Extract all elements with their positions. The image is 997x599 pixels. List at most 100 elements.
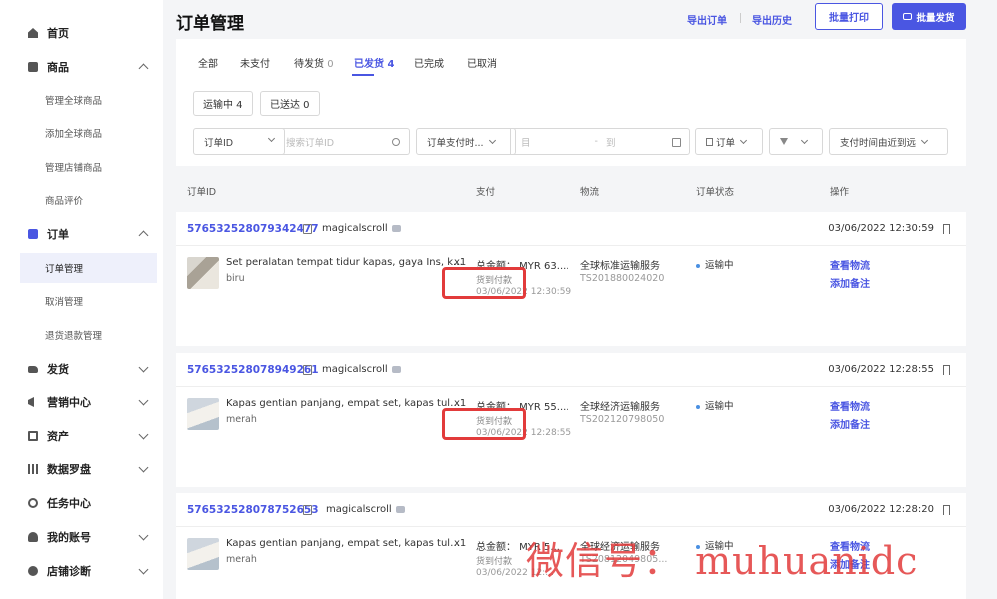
order-id-link[interactable]: 576532528079342477 xyxy=(187,223,319,235)
bookmark-icon[interactable] xyxy=(943,365,950,375)
status-badge: 运输中 xyxy=(696,398,734,412)
sidebar-item-data-compass[interactable]: 数据罗盘 xyxy=(20,453,157,485)
chevron-down-icon xyxy=(138,362,149,373)
copy-icon[interactable] xyxy=(303,505,312,515)
sidebar-item-task-center[interactable]: 任务中心 xyxy=(20,487,157,519)
chevron-down-icon xyxy=(739,136,748,144)
sidebar-item-shipping[interactable]: 发货 xyxy=(20,353,157,385)
tab-to-ship[interactable]: 待发货 0 xyxy=(294,55,334,70)
order-id-type-select[interactable]: 订单ID xyxy=(193,128,285,155)
sidebar-item-my-account[interactable]: 我的账号 xyxy=(20,521,157,553)
sidebar-subitem-manage-shop-products[interactable]: 管理店铺商品 xyxy=(20,152,157,182)
product-thumbnail[interactable] xyxy=(187,257,219,289)
bookmark-icon[interactable] xyxy=(943,224,950,234)
order-id-link[interactable]: 576532528078752653 xyxy=(187,504,319,516)
date-from-placeholder: 目 xyxy=(521,137,531,149)
copy-icon[interactable] xyxy=(303,365,312,375)
tab-completed[interactable]: 已完成 xyxy=(414,55,444,70)
subtab-delivered[interactable]: 已送达 0 xyxy=(260,91,320,116)
sidebar-item-label: 首页 xyxy=(47,27,69,40)
export-orders-link[interactable]: 导出订单 xyxy=(687,12,727,27)
order-id-link[interactable]: 576532528078949261 xyxy=(187,364,319,376)
order-time: 03/06/2022 12:28:55 xyxy=(828,364,934,375)
sidebar-subitem-product-reviews[interactable]: 商品评价 xyxy=(20,185,157,215)
sidebar-subitem-returns-refunds[interactable]: 退货退款管理 xyxy=(20,320,157,350)
order-time: 03/06/2022 12:30:59 xyxy=(828,223,934,234)
sidebar-item-orders[interactable]: 订单 xyxy=(20,218,157,250)
sidebar-item-shop-diagnosis[interactable]: 店铺诊断 xyxy=(20,555,157,587)
batch-ship-button[interactable]: 批量发货 xyxy=(892,3,966,30)
tab-shipped[interactable]: 已发货 4 xyxy=(354,55,394,70)
buyer-name: magicalscroll xyxy=(326,504,392,515)
chevron-down-icon xyxy=(920,136,929,144)
sidebar-subitem-cancellations[interactable]: 取消管理 xyxy=(20,286,157,316)
search-placeholder: 搜索订单ID xyxy=(286,137,335,149)
view-logistics-link[interactable]: 查看物流 xyxy=(830,257,870,272)
sidebar-item-assets[interactable]: 资产 xyxy=(20,420,157,452)
sidebar-item-marketing[interactable]: 营销中心 xyxy=(20,386,157,418)
sidebar-subitem-manage-global-products[interactable]: 管理全球商品 xyxy=(20,85,157,115)
order-id-search-input[interactable]: 搜索订单ID xyxy=(276,128,410,155)
order-type-select[interactable]: 订单 xyxy=(695,128,763,155)
tab-label: 已发货 xyxy=(354,59,384,70)
sidebar-item-label: 我的账号 xyxy=(47,531,91,544)
bookmark-icon[interactable] xyxy=(943,505,950,515)
chat-icon[interactable] xyxy=(396,506,405,513)
status-label: 运输中 xyxy=(705,260,734,271)
sidebar-item-label: 资产 xyxy=(47,430,69,443)
order-icon xyxy=(28,229,38,239)
chart-icon xyxy=(28,464,38,474)
product-name: Set peralatan tempat tidur kapas, gaya I… xyxy=(226,257,464,268)
search-icon[interactable] xyxy=(392,138,400,146)
watermark-text: 微信号： muhuanidc xyxy=(526,539,919,583)
date-separator: - xyxy=(594,136,598,147)
subtab-in-transit[interactable]: 运输中 4 xyxy=(193,91,253,116)
medal-icon xyxy=(28,498,38,508)
product-thumbnail[interactable] xyxy=(187,538,219,570)
column-header-actions: 操作 xyxy=(830,187,850,198)
batch-ship-label: 批量发货 xyxy=(916,12,955,24)
status-label: 运输中 xyxy=(705,401,734,412)
export-history-link[interactable]: 导出历史 xyxy=(752,12,792,27)
sort-select[interactable]: 支付时间由近到远 xyxy=(829,128,948,155)
product-thumbnail[interactable] xyxy=(187,398,219,430)
highlight-box xyxy=(442,267,526,299)
tracking-number: TS201880024020 xyxy=(580,273,665,284)
add-note-link[interactable]: 添加备注 xyxy=(830,416,870,431)
order-card-header: 576532528078949261 magicalscroll 03/06/2… xyxy=(176,353,966,387)
tab-cancelled[interactable]: 已取消 xyxy=(467,55,497,70)
tab-label: 待发货 xyxy=(294,59,324,70)
order-id-type-value: 订单ID xyxy=(204,137,234,149)
time-type-select[interactable]: 订单支付时... xyxy=(416,128,516,155)
product-variant: biru xyxy=(226,273,245,284)
chat-icon[interactable] xyxy=(392,225,401,232)
sidebar-item-home[interactable]: 首页 xyxy=(20,17,157,49)
date-range-picker[interactable]: 目 -到 xyxy=(510,128,690,155)
order-type-value: 订单 xyxy=(716,137,736,149)
sidebar-item-label: 任务中心 xyxy=(47,497,91,510)
chat-icon[interactable] xyxy=(392,366,401,373)
add-note-link[interactable]: 添加备注 xyxy=(830,275,870,290)
tab-label: 未支付 xyxy=(240,59,270,70)
column-header-status: 订单状态 xyxy=(696,187,735,198)
active-tab-indicator xyxy=(352,74,374,76)
user-icon xyxy=(28,532,38,542)
chevron-down-icon xyxy=(138,564,149,575)
product-quantity: x1 xyxy=(454,538,467,549)
tab-unpaid[interactable]: 未支付 xyxy=(240,55,270,70)
sidebar-subitem-add-global-products[interactable]: 添加全球商品 xyxy=(20,118,157,148)
order-card: 576532528079342477 magicalscroll 03/06/2… xyxy=(176,212,966,346)
sidebar: 首页 商品 管理全球商品 添加全球商品 管理店铺商品 商品评价 订单 订单管理 … xyxy=(0,0,163,599)
copy-icon[interactable] xyxy=(303,224,312,234)
page-title: 订单管理 xyxy=(176,14,244,34)
view-logistics-link[interactable]: 查看物流 xyxy=(830,398,870,413)
tab-count: 4 xyxy=(387,59,395,70)
tab-all[interactable]: 全部 xyxy=(198,55,218,70)
sidebar-item-products[interactable]: 商品 xyxy=(20,51,157,83)
status-dot-icon xyxy=(696,404,700,409)
chevron-down-icon xyxy=(138,462,149,473)
product-variant: merah xyxy=(226,414,257,425)
batch-print-button[interactable]: 批量打印 xyxy=(815,3,883,30)
filter-select[interactable] xyxy=(769,128,823,155)
sidebar-subitem-order-management[interactable]: 订单管理 xyxy=(20,253,157,283)
